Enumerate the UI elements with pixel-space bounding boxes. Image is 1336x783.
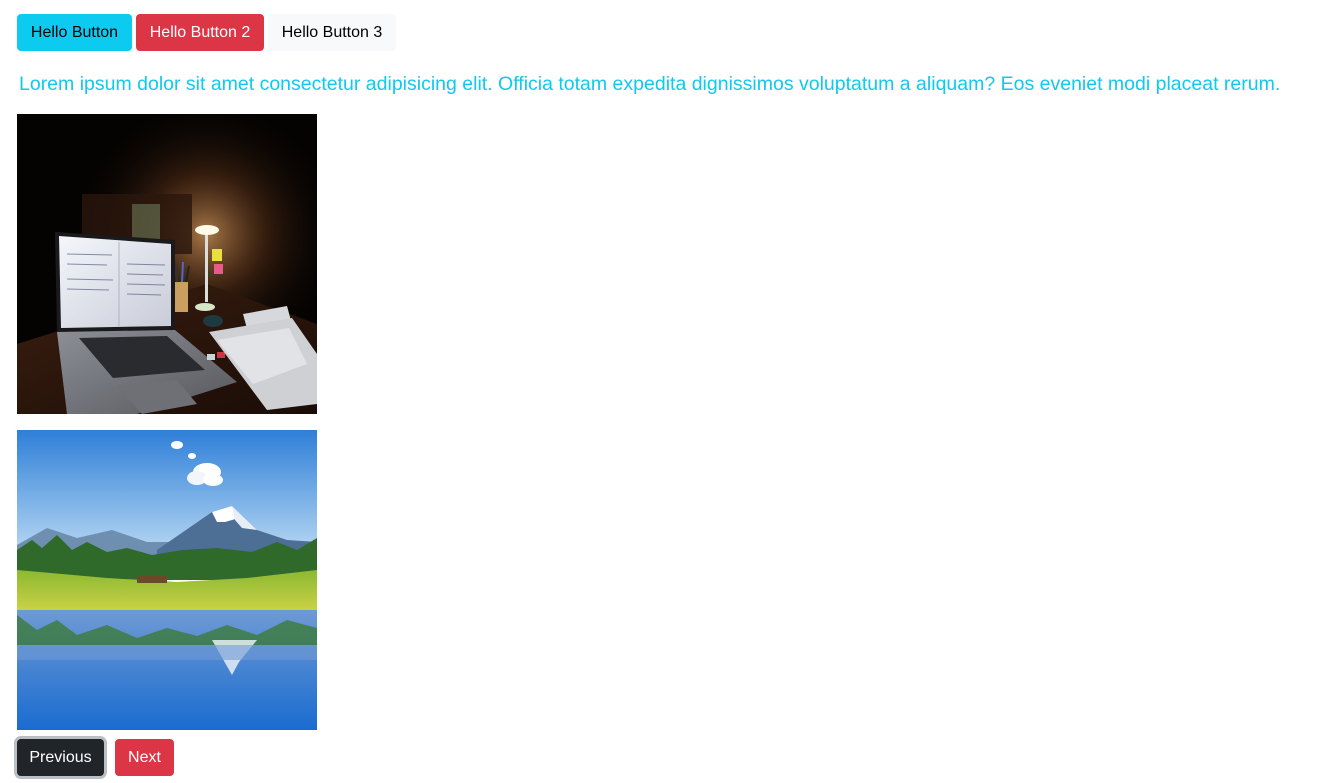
previous-button[interactable]: Previous <box>17 739 104 776</box>
page: Hello Button Hello Button 2 Hello Button… <box>0 0 1336 783</box>
hello-button-3[interactable]: Hello Button 3 <box>268 14 396 51</box>
lead-paragraph: Lorem ipsum dolor sit amet consectetur a… <box>19 73 1281 95</box>
next-button[interactable]: Next <box>115 739 174 776</box>
hello-button-2[interactable]: Hello Button 2 <box>136 14 264 51</box>
hello-button[interactable]: Hello Button <box>17 14 132 51</box>
mountain-lake-image <box>17 430 317 730</box>
laptop-desk-image <box>17 114 317 414</box>
